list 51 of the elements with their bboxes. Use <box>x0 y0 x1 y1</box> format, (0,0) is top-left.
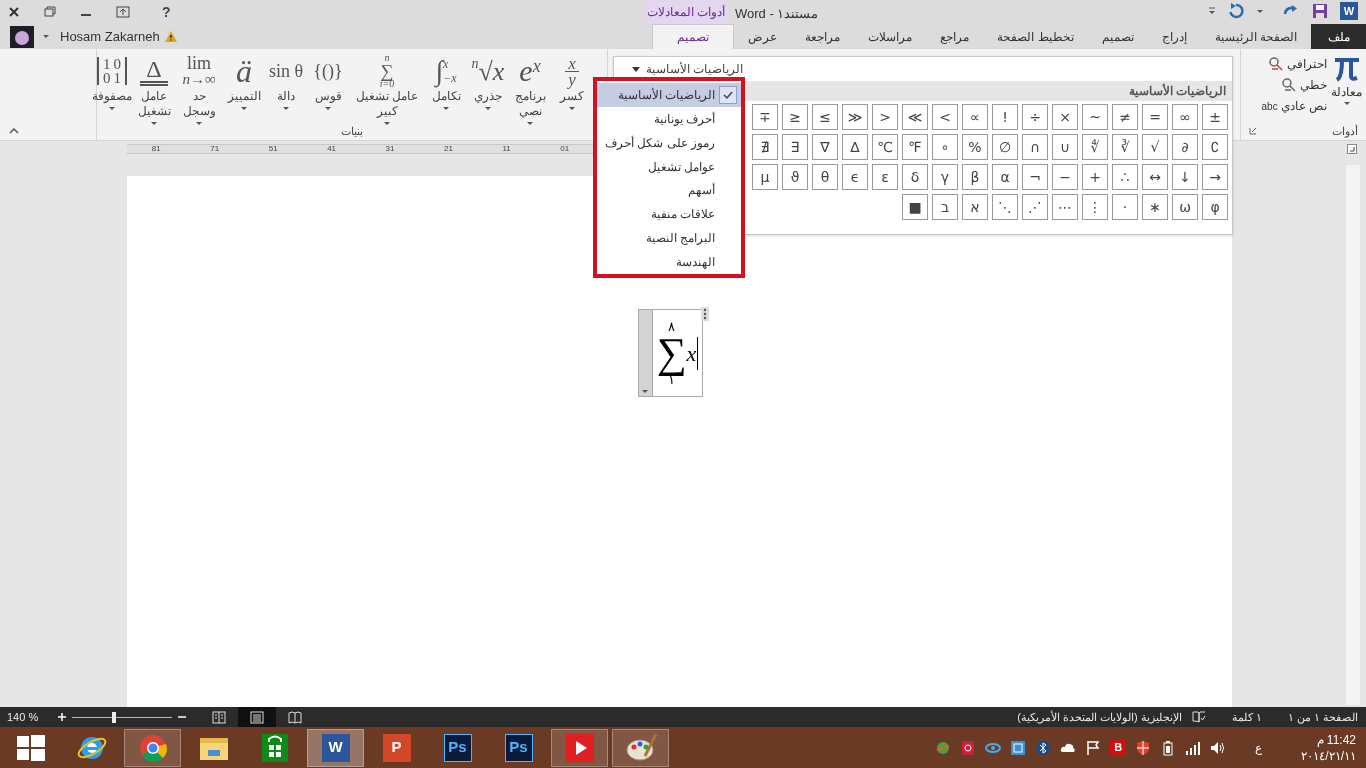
function-glyph: sin θ <box>268 59 304 83</box>
glyph-symbol: x <box>568 55 576 71</box>
glyph-symbol: Δ <box>146 56 162 81</box>
group-label: بنيات <box>341 124 363 139</box>
window-title: مستند١ - Word <box>735 5 819 23</box>
glyph-symbol: y <box>568 71 576 87</box>
structure-label: حد وسجل <box>181 89 217 119</box>
matrix-entry: 1 <box>113 71 121 85</box>
structure-label: قوس <box>314 89 342 104</box>
glyph-symbol: e <box>519 56 533 86</box>
app-logo: Ps <box>443 733 472 762</box>
matrix-entry: 0 <box>113 57 121 71</box>
glyph-symbol: x <box>532 55 541 76</box>
glyph-symbol: √ <box>478 55 493 88</box>
app-logo: P <box>382 733 411 762</box>
app-logo: Ps <box>504 733 533 762</box>
ruler-number: 71 <box>210 145 220 153</box>
glyph-symbol: n <box>384 53 390 63</box>
glyph-symbol: ∑ <box>380 63 394 79</box>
upper-limit: ٨ <box>668 320 676 333</box>
glyph-symbol: −x <box>443 71 457 85</box>
ruler-number: 11 <box>502 145 511 153</box>
glyph-symbol: ∫ <box>435 54 444 90</box>
matrix-entry: 1 <box>103 57 111 71</box>
structure-label: عامل تشغيل <box>136 89 172 119</box>
ruler-number: 21 <box>444 145 453 153</box>
structure-label: تكامل <box>431 89 461 104</box>
glyph-symbol: lim <box>187 55 211 71</box>
ruler-number: 41 <box>327 145 337 153</box>
accent-glyph: ä <box>236 53 252 89</box>
app-logo: W <box>321 733 350 762</box>
contextual-tab-group-label: أدوات المعادلات <box>645 0 727 24</box>
structure-label: برنامج نصي <box>513 89 547 119</box>
group-label: أدوات <box>1332 123 1358 139</box>
structure-label: عامل تشغيل كبير <box>354 89 420 119</box>
structure-label: مصفوفة <box>92 89 132 104</box>
structure-label: التمييز <box>227 89 261 104</box>
glyph-symbol: n→∞ <box>182 71 216 87</box>
ruler-number: 01 <box>560 145 570 153</box>
ruler-number: 51 <box>268 145 278 153</box>
structure-label: كسر <box>560 89 584 104</box>
equation-variable: x <box>686 336 699 370</box>
glyph-symbol: x <box>492 55 505 88</box>
bracket-glyph: {()} <box>313 59 343 83</box>
ruler-number: 81 <box>151 145 161 153</box>
matrix-entry: 0 <box>103 71 111 85</box>
word-logo: W <box>1340 2 1358 20</box>
structure-label: جذري <box>474 89 502 104</box>
structure-label: دالة <box>277 89 295 104</box>
glyph-symbol: n <box>471 55 479 71</box>
ruler-number: 31 <box>385 145 395 153</box>
